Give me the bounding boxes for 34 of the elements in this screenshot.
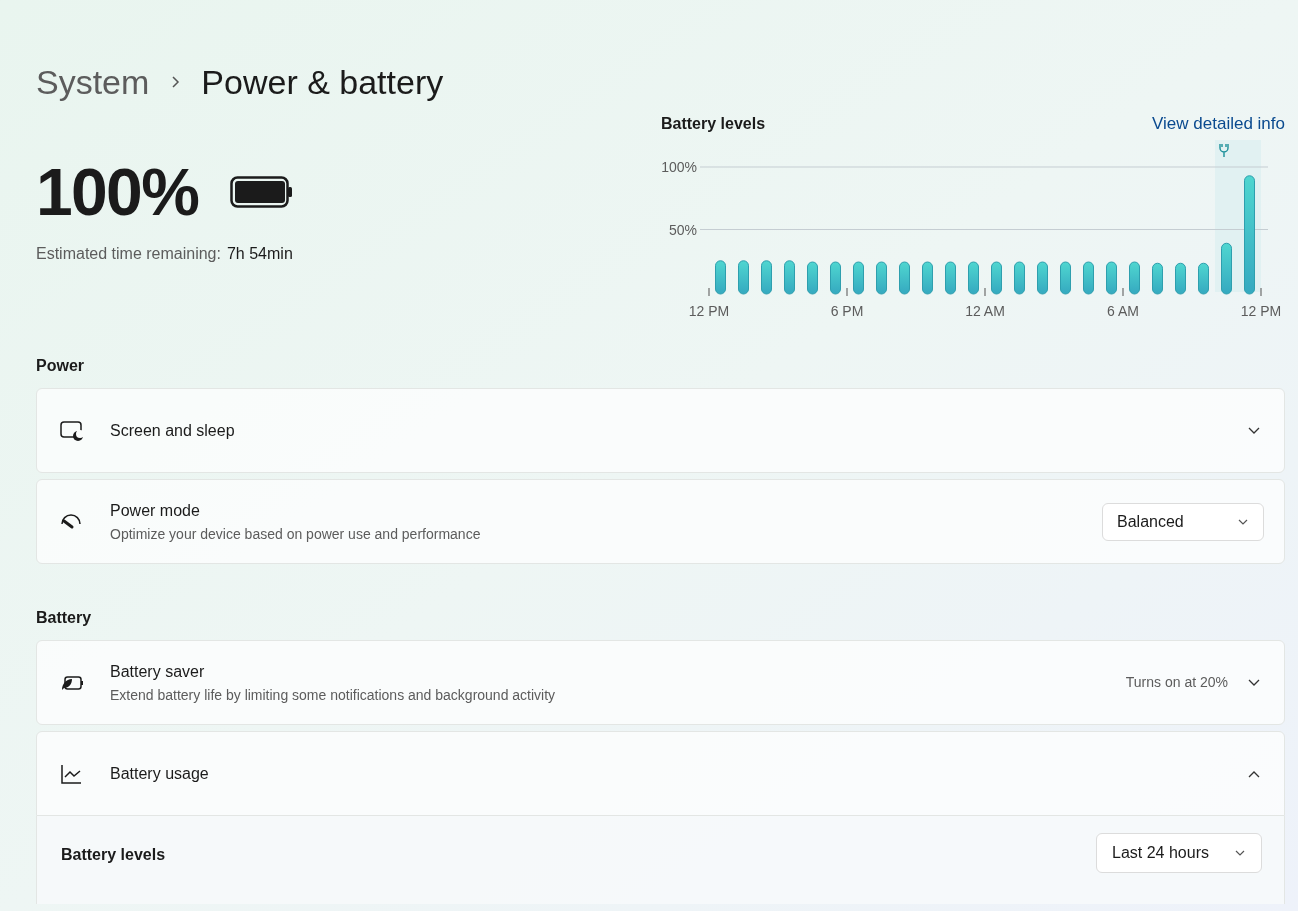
page-title: Power & battery [201, 61, 444, 103]
y-axis-label: 50% [668, 221, 697, 238]
monitor-moon-icon [59, 418, 85, 443]
section-heading: Battery [36, 608, 93, 628]
x-axis-label: 6 AM [1107, 303, 1139, 319]
x-axis-label: 12 AM [965, 303, 1005, 319]
y-axis-label: 100% [661, 159, 697, 175]
section-heading: Power [36, 356, 85, 376]
x-axis-label: 12 PM [1240, 303, 1282, 319]
battery-icon [230, 175, 294, 209]
settings-card[interactable]: Screen and sleep [36, 388, 1285, 473]
panel-title: Battery levels [61, 845, 166, 865]
time-range-dropdown[interactable]: Last 24 hours [1096, 833, 1262, 873]
plug-icon [1219, 143, 1229, 158]
settings-card[interactable]: Battery usage [36, 731, 1285, 816]
settings-card[interactable]: Battery saver Extend battery life by limiting some notifications and background activity Turns on at 20% [36, 640, 1285, 725]
chart-title: Battery levels [661, 114, 766, 134]
status-text: Turns on at 20% [1125, 673, 1228, 692]
settings-card[interactable]: Power mode Optimize your device based on power use and performance Balanced [36, 479, 1285, 564]
x-axis-label: 6 PM [830, 303, 864, 319]
x-axis-label: 12 PM [688, 303, 730, 319]
card-title: Battery usage [110, 763, 210, 784]
detailed-info-link[interactable]: View detailed info [1152, 111, 1285, 137]
card-description: Extend battery life by limiting some notifications and background activity [110, 685, 557, 705]
card-title: Screen and sleep [110, 420, 236, 441]
estimate-label: Estimated time remaining: [36, 244, 221, 264]
estimate-value: 7h 54min [226, 244, 293, 264]
card-description: Optimize your device based on power use and performance [110, 524, 482, 544]
breadcrumb-link[interactable]: System [36, 56, 150, 108]
battery-percentage: 100% [36, 154, 199, 231]
card-title: Power mode [110, 500, 201, 521]
chevron-right-icon [169, 75, 182, 89]
power-mode-dropdown[interactable]: Balanced [1102, 502, 1264, 541]
card-title: Battery saver [110, 661, 206, 682]
